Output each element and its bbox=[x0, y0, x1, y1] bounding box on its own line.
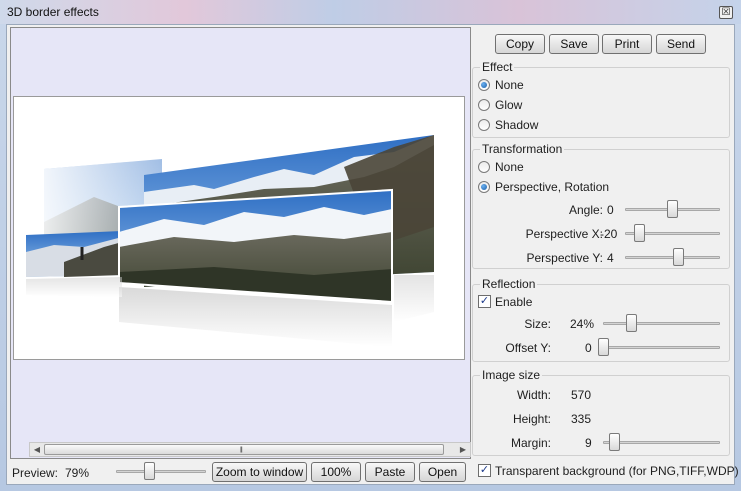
effect-shadow-radio[interactable] bbox=[478, 119, 490, 131]
title-bar[interactable]: 3D border effects ☒ bbox=[0, 0, 741, 24]
reflection-group: Reflection ✓ Enable Size: 24% Offset Y: … bbox=[472, 277, 730, 362]
preview-image bbox=[13, 96, 465, 360]
zoom-to-window-button[interactable]: Zoom to window bbox=[212, 462, 307, 482]
save-button[interactable]: Save bbox=[549, 34, 599, 54]
grip-icon: ||| bbox=[240, 447, 243, 453]
paste-button[interactable]: Paste bbox=[365, 462, 415, 482]
margin-label: Margin: bbox=[510, 436, 551, 450]
scroll-left-icon[interactable]: ◀ bbox=[30, 443, 44, 456]
effect-glow-label: Glow bbox=[495, 98, 523, 112]
zoom-100-button[interactable]: 100% bbox=[311, 462, 361, 482]
width-label: Width: bbox=[516, 388, 551, 402]
close-button[interactable]: ☒ bbox=[719, 6, 733, 19]
enable-checkbox[interactable]: ✓ bbox=[478, 295, 491, 308]
effect-none-radio[interactable] bbox=[478, 79, 490, 91]
enable-label: Enable bbox=[495, 295, 533, 309]
transformation-title: Transformation bbox=[480, 142, 565, 156]
window-client: ◀ ||| ▶ Copy Save Print Send Effect None… bbox=[6, 24, 739, 485]
size-slider-thumb[interactable] bbox=[626, 314, 637, 332]
offset-y-slider-thumb[interactable] bbox=[598, 338, 609, 356]
print-button[interactable]: Print bbox=[602, 34, 652, 54]
effect-shadow-label: Shadow bbox=[495, 118, 539, 132]
transform-none-label: None bbox=[495, 160, 524, 174]
width-value: 570 bbox=[571, 388, 592, 402]
copy-button[interactable]: Copy bbox=[495, 34, 545, 54]
height-label: Height: bbox=[512, 412, 551, 426]
effect-group: Effect None Glow Shadow bbox=[472, 60, 730, 138]
offset-y-label: Offset Y: bbox=[505, 341, 551, 355]
open-button[interactable]: Open bbox=[419, 462, 466, 482]
height-value: 335 bbox=[571, 412, 592, 426]
effect-title: Effect bbox=[480, 60, 515, 74]
transform-perspective-label: Perspective, Rotation bbox=[495, 180, 610, 194]
perspective-y-slider-thumb[interactable] bbox=[673, 248, 684, 266]
transform-none-radio[interactable] bbox=[478, 161, 490, 173]
transformation-group: Transformation None Perspective, Rotatio… bbox=[472, 142, 730, 269]
image-size-title: Image size bbox=[480, 368, 543, 382]
margin-slider-track[interactable] bbox=[603, 441, 720, 444]
scroll-right-icon[interactable]: ▶ bbox=[456, 443, 470, 456]
preview-zoom-value: 79% bbox=[65, 466, 90, 480]
offset-y-slider-track[interactable] bbox=[603, 346, 720, 349]
reflection-title: Reflection bbox=[480, 277, 538, 291]
perspective-x-value: -20 bbox=[600, 227, 618, 241]
preview-zoom-slider-track[interactable] bbox=[116, 470, 206, 473]
scroll-thumb[interactable]: ||| bbox=[44, 444, 444, 455]
preview-zoom-slider-thumb[interactable] bbox=[144, 462, 155, 480]
perspective-y-label: Perspective Y: bbox=[526, 251, 604, 265]
margin-value: 9 bbox=[585, 436, 592, 450]
effect-glow-radio[interactable] bbox=[478, 99, 490, 111]
perspective-y-value: 4 bbox=[607, 251, 614, 265]
size-slider-track[interactable] bbox=[603, 322, 720, 325]
size-label: Size: bbox=[524, 317, 551, 331]
preview-label: Preview: bbox=[12, 466, 59, 480]
transform-perspective-radio[interactable] bbox=[478, 181, 490, 193]
send-button[interactable]: Send bbox=[656, 34, 706, 54]
angle-slider-thumb[interactable] bbox=[667, 200, 678, 218]
offset-y-value: 0 bbox=[585, 341, 592, 355]
image-size-group: Image size Width: 570 Height: 335 Margin… bbox=[472, 368, 730, 456]
bottom-bar: Preview: 79% Zoom to window 100% Paste O… bbox=[10, 461, 734, 483]
window-title: 3D border effects bbox=[7, 5, 99, 19]
size-value: 24% bbox=[570, 317, 595, 331]
effect-none-label: None bbox=[495, 78, 524, 92]
angle-value: 0 bbox=[607, 203, 614, 217]
angle-label: Angle: bbox=[568, 203, 603, 217]
perspective-x-slider-thumb[interactable] bbox=[634, 224, 645, 242]
panorama-collage-image bbox=[26, 135, 434, 347]
preview-area[interactable]: ◀ ||| ▶ bbox=[10, 27, 471, 459]
margin-slider-thumb[interactable] bbox=[609, 433, 620, 451]
horizontal-scrollbar[interactable]: ◀ ||| ▶ bbox=[29, 442, 471, 457]
perspective-x-label: Perspective X: bbox=[525, 227, 603, 241]
